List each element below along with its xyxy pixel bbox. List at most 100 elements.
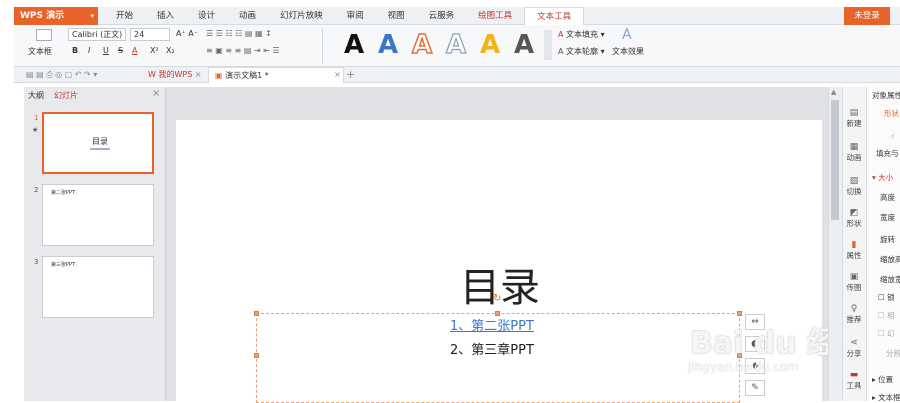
slide-thumb-title: 目录 [92, 137, 108, 146]
tab-view[interactable]: 视图 [376, 7, 417, 25]
tab-my-wps[interactable]: W 我的WPS × [142, 67, 208, 83]
font-color-button[interactable]: A [132, 46, 137, 55]
watermark-url: jingyan.baidu.com [688, 360, 799, 374]
new-tab-icon[interactable]: + [346, 68, 355, 81]
content-line-2[interactable]: 2、第三章PPT [450, 339, 534, 358]
tab-current-doc[interactable]: ▣ 演示文稿1 * [208, 67, 344, 83]
italic-button[interactable]: I [88, 46, 90, 55]
property-panel-title: 对象属性 [872, 91, 900, 100]
size-section-label: 大小 [878, 173, 894, 182]
task-share[interactable]: ⋖ 分享 [842, 338, 866, 359]
tab-design[interactable]: 设计 [186, 7, 227, 25]
slide-number: 1 [34, 114, 39, 122]
grow-font-icon[interactable]: A⁺ A⁻ [176, 29, 198, 38]
content-line-1[interactable]: 1、第二张PPT [450, 315, 534, 334]
slide-checkbox[interactable]: ☐ 幻 [878, 328, 895, 339]
slide-title[interactable]: 目录 [460, 255, 540, 313]
superscript-button[interactable]: X² [150, 46, 159, 55]
tab-current-doc-label: 演示文稿1 * [225, 71, 269, 80]
wps-logo-icon: W [148, 70, 156, 79]
task-label: 属性 [846, 251, 862, 260]
strike-button[interactable]: S [118, 46, 123, 55]
task-properties[interactable]: ▮ 属性 [842, 240, 866, 261]
underline-button[interactable]: U [103, 46, 109, 55]
task-label: 分享 [846, 349, 862, 358]
font-size-select[interactable]: 24 [130, 28, 170, 41]
task-upload-image[interactable]: ▣ 传图 [842, 272, 866, 293]
textbox-section-header[interactable]: ▸ 文本框 [872, 392, 900, 403]
edit-float-icon[interactable]: ✎ [745, 380, 765, 396]
tab-animation[interactable]: 动画 [227, 7, 268, 25]
hand-icon: ☝ [890, 132, 895, 141]
tab-shape-props[interactable]: 形状 [884, 108, 899, 119]
resize-handle[interactable] [254, 353, 259, 358]
close-doc-icon[interactable]: × [334, 70, 341, 79]
fill-line-tab[interactable]: 填充与 [876, 148, 899, 159]
relative-checkbox[interactable]: ☐ 相 [878, 310, 895, 321]
tab-cloud[interactable]: 云服务 [417, 7, 467, 25]
task-recommend[interactable]: ♀ 推荐 [842, 304, 866, 325]
text-style-1[interactable]: A [344, 30, 364, 60]
slide-label: 幻 [887, 329, 895, 338]
list-icons[interactable]: ☰ ☰ ☷ ☷ ▤ ▦ ↕ [206, 29, 272, 38]
chevron-down-icon: ▾ [90, 12, 94, 20]
image-icon: ▣ [849, 272, 859, 282]
resize-handle[interactable] [737, 311, 742, 316]
align-icons[interactable]: ≡ ▣ ≡ ≡ ▤ ⇥ ⇤ ☰ [206, 46, 280, 55]
text-effect-button[interactable]: 文本效果 [612, 46, 644, 57]
tab-review[interactable]: 审阅 [335, 7, 376, 25]
slide-thumb-2[interactable]: 第二张PPT [42, 184, 154, 246]
subscript-button[interactable]: X₂ [166, 46, 175, 55]
slide-thumb-lines [90, 148, 110, 150]
task-new[interactable]: ▤ 新建 [842, 108, 866, 129]
task-tools[interactable]: ▬ 工具 [842, 370, 866, 391]
textbox-icon[interactable] [36, 29, 52, 41]
tab-insert[interactable]: 插入 [145, 7, 186, 25]
scroll-up-icon[interactable]: ▲ [831, 88, 836, 96]
app-name: WPS 演示 [20, 11, 65, 21]
text-style-6[interactable]: A [514, 30, 534, 60]
styles-more-scroll[interactable] [544, 30, 552, 60]
font-name-select[interactable]: Calibri (正文) [68, 28, 126, 41]
quick-access-icons[interactable]: ▤ ▤ ⎙ ◎ ▢ ↶ ↷ ▾ [26, 70, 97, 80]
app-menu-button[interactable]: WPS 演示 ▾ [14, 7, 98, 25]
task-shape[interactable]: ◩ 形状 [842, 208, 866, 229]
position-section-label: 位置 [878, 375, 894, 384]
tab-slideshow[interactable]: 幻灯片放映 [268, 7, 335, 25]
ribbon-divider [322, 28, 323, 64]
tab-slides[interactable]: 幻灯片 [54, 90, 78, 101]
text-style-4[interactable]: A [445, 29, 466, 60]
size-section-header[interactable]: ▾ 大小 [872, 172, 893, 183]
rotation-label: 旋转 [880, 235, 895, 244]
task-label: 切换 [846, 187, 862, 196]
text-effect-icon[interactable]: A [622, 27, 632, 43]
properties-icon: ▮ [851, 240, 857, 250]
scrollbar-thumb[interactable] [831, 100, 839, 220]
tab-start[interactable]: 开始 [104, 7, 145, 25]
resize-handle[interactable] [254, 311, 259, 316]
task-label: 形状 [846, 219, 862, 228]
textbox-label[interactable]: 文本框 [28, 46, 52, 57]
star-icon: ★ [32, 126, 39, 134]
rotate-handle-icon[interactable]: ↻ [493, 293, 501, 304]
text-style-5[interactable]: A [480, 30, 500, 60]
text-outline-label: 文本轮廓 [566, 47, 599, 56]
lock-checkbox[interactable]: ☐ 锁 [878, 292, 895, 303]
slide-number: 2 [34, 186, 39, 194]
task-transition[interactable]: ▨ 切换 [842, 176, 866, 197]
task-animation[interactable]: ▦ 动画 [842, 142, 866, 163]
text-style-3[interactable]: A [411, 29, 433, 61]
slide-thumb-1[interactable]: 目录 [42, 112, 154, 174]
text-fill-button[interactable]: A 文本填充 ▾ [558, 29, 605, 40]
position-section-header[interactable]: ▸ 位置 [872, 374, 893, 385]
tab-text-tools[interactable]: 文本工具 [524, 7, 585, 25]
slide-thumb-3[interactable]: 第三张PPT [42, 256, 154, 318]
tab-outline[interactable]: 大纲 [28, 90, 44, 101]
bold-button[interactable]: B [72, 46, 78, 55]
login-button[interactable]: 未登录 [844, 7, 890, 25]
close-panel-icon[interactable]: × [152, 88, 160, 99]
text-style-2[interactable]: A [378, 30, 398, 60]
tab-drawing-tools[interactable]: 绘图工具 [466, 7, 524, 25]
text-outline-button[interactable]: A 文本轮廓 ▾ [558, 46, 605, 57]
close-icon[interactable]: × [195, 70, 202, 79]
